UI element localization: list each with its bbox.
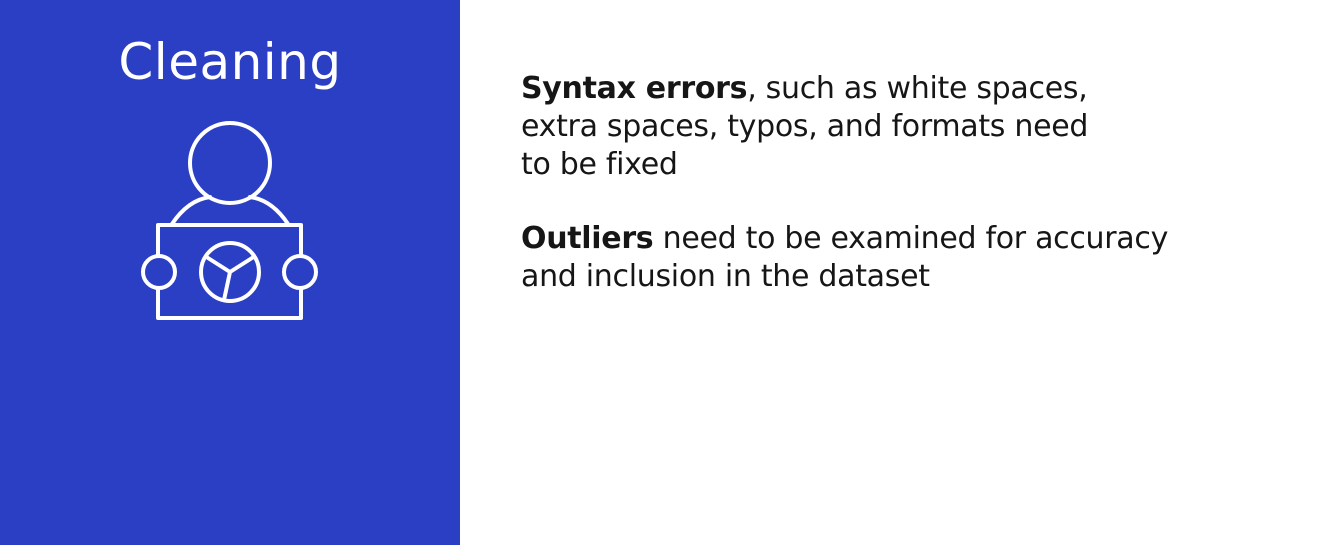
syntax-errors-point: Syntax errors, such as white spaces, ext… (521, 70, 1241, 184)
slide: Cleaning Syntax errors, such as white sp… (0, 0, 1319, 545)
content-area: Syntax errors, such as white spaces, ext… (521, 70, 1241, 332)
outliers-text-1: need to be examined for accuracy (653, 221, 1169, 256)
syntax-errors-lead: Syntax errors (521, 71, 748, 106)
outliers-text-2: and inclusion in the dataset (521, 259, 930, 294)
outliers-point: Outliers need to be examined for accurac… (521, 220, 1241, 296)
title-panel: Cleaning (0, 0, 460, 545)
section-title: Cleaning (118, 33, 342, 91)
outliers-lead: Outliers (521, 221, 654, 256)
person-holding-chart-icon (141, 121, 318, 320)
syntax-errors-text-2: extra spaces, typos, and formats need (521, 109, 1089, 144)
syntax-errors-text-1: , such as white spaces, (747, 71, 1088, 106)
head-shape (188, 121, 272, 205)
syntax-errors-text-3: to be fixed (521, 147, 678, 182)
right-hand-shape (282, 254, 318, 290)
left-hand-shape (141, 254, 177, 290)
pie-dividers-shape (206, 256, 254, 302)
